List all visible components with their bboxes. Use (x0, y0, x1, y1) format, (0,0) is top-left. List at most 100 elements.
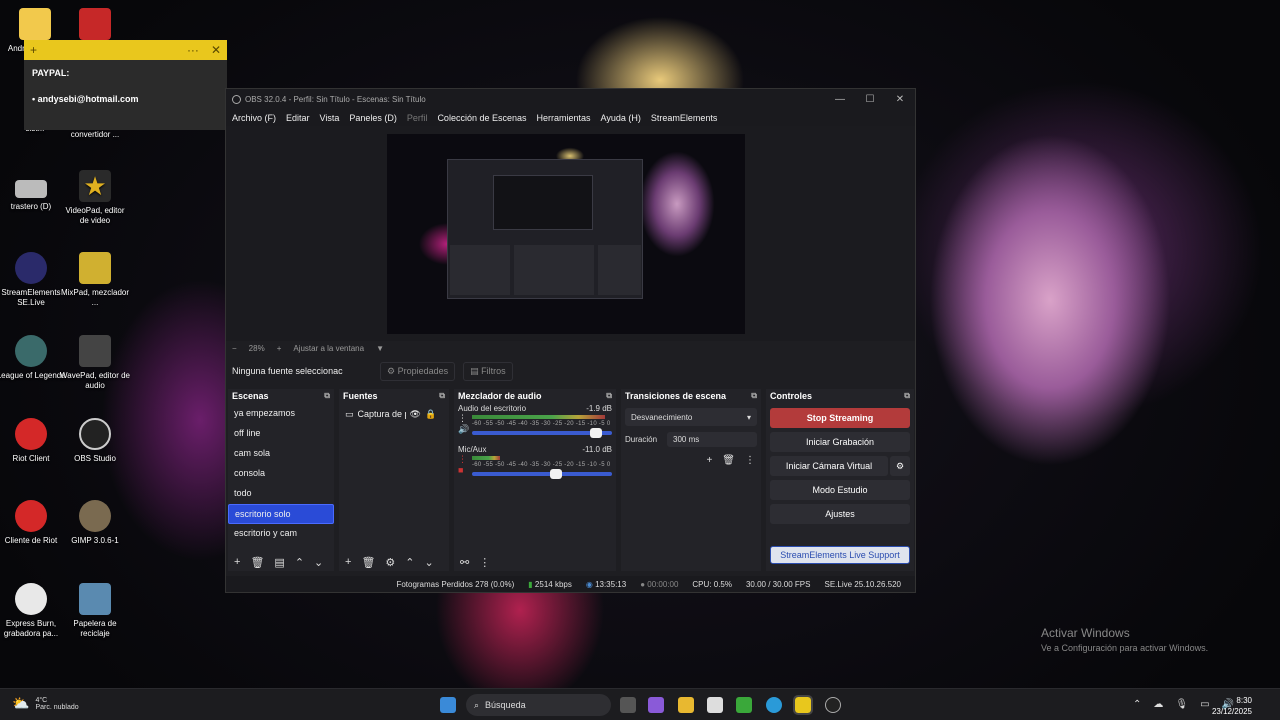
desktop-icon-mixpad[interactable]: MixPad, mezclador ... (60, 252, 130, 308)
popout-icon[interactable]: ⧉ (606, 391, 612, 401)
virtual-camera-button[interactable]: Iniciar Cámara Virtual (770, 456, 888, 476)
menu-paneles[interactable]: Paneles (D) (349, 113, 397, 123)
network-icon[interactable]: ▭ (1200, 699, 1209, 710)
delete-scene-icon[interactable]: 🗑 (250, 556, 264, 569)
more-icon[interactable]: ⋮ (745, 455, 755, 466)
menu-ayuda[interactable]: Ayuda (H) (601, 113, 641, 123)
scene-item[interactable]: todo (228, 484, 334, 504)
chevron-down-icon[interactable]: ▼ (376, 344, 384, 353)
desktop-icon-obs[interactable]: OBS Studio (60, 418, 130, 464)
sticky-note[interactable]: + ··· ✕ PAYPAL: • andysebi@hotmail.com (24, 40, 227, 130)
desktop-icon-recycle[interactable]: Papelera de reciclaje (60, 583, 130, 639)
menu-streamelements[interactable]: StreamElements (651, 113, 718, 123)
task-view-icon[interactable] (620, 697, 636, 713)
delete-transition-icon[interactable]: 🗑 (722, 455, 735, 466)
windows-start-icon[interactable] (440, 697, 456, 713)
scene-item[interactable]: escritorio y cam (228, 524, 334, 544)
zoom-in-button[interactable]: + (277, 344, 282, 353)
scene-filter-icon[interactable]: ▤ (274, 556, 284, 569)
menu-herramientas[interactable]: Herramientas (537, 113, 591, 123)
more-icon[interactable]: ⋮ (479, 556, 490, 569)
desktop-icon-streamelements[interactable]: StreamElements SE.Live (0, 252, 66, 308)
store-icon[interactable] (707, 697, 723, 713)
obs-taskbar-icon[interactable] (825, 697, 841, 713)
add-transition-icon[interactable]: + (706, 455, 712, 466)
desktop-icon-gimp[interactable]: GIMP 3.0.6-1 (60, 500, 130, 546)
sources-header: Fuentes ⧉ (339, 389, 449, 404)
popout-icon[interactable]: ⧉ (324, 391, 330, 401)
more-icon[interactable]: ··· (187, 43, 199, 57)
desktop-icon-riot[interactable]: Riot Client (0, 418, 66, 464)
menu-coleccion[interactable]: Colección de Escenas (437, 113, 526, 123)
menu-editar[interactable]: Editar (286, 113, 310, 123)
desktop-icon-expressburn[interactable]: Express Burn, grabadora pa... (0, 583, 66, 639)
zoom-out-button[interactable]: − (232, 344, 237, 353)
gear-icon[interactable]: ⚙ (385, 556, 395, 569)
move-up-icon[interactable]: ⌃ (405, 556, 414, 569)
minimize-button[interactable]: — (825, 94, 855, 105)
preview-area[interactable] (226, 126, 915, 341)
scene-item[interactable]: cam sola (228, 444, 334, 464)
link-icon[interactable]: ⚯ (460, 556, 469, 569)
menu-perfil[interactable]: Perfil (407, 113, 428, 123)
close-icon[interactable]: ✕ (211, 43, 221, 57)
mute-icon[interactable]: ⋮ ■ (458, 454, 468, 475)
live-support-button[interactable]: StreamElements Live Support (770, 546, 910, 564)
duration-input[interactable]: 300 ms (667, 432, 757, 447)
microphone-icon[interactable]: 🎙 (1175, 699, 1188, 710)
scene-item[interactable]: ya empezamos (228, 404, 334, 424)
menu-vista[interactable]: Vista (320, 113, 340, 123)
slider-handle[interactable] (589, 428, 602, 438)
copilot-icon[interactable] (648, 697, 664, 713)
move-down-icon[interactable]: ⌄ (314, 556, 323, 569)
sticky-notes-icon[interactable] (793, 695, 813, 715)
eye-icon[interactable]: 👁 (410, 409, 421, 420)
filters-button[interactable]: ▤ Filtros (463, 361, 513, 381)
desktop-icon-league[interactable]: League of Legends (0, 335, 66, 381)
clock[interactable]: 8:30 23/12/2025 (1212, 695, 1252, 717)
properties-button[interactable]: ⚙ Propiedades (380, 361, 456, 381)
weather-widget[interactable]: ⛅ 4°C Parc. nublado (12, 695, 79, 712)
popout-icon[interactable]: ⧉ (439, 391, 445, 401)
start-recording-button[interactable]: Iniciar Grabación (770, 432, 910, 452)
slider-handle[interactable] (550, 469, 563, 479)
close-button[interactable]: ✕ (885, 94, 915, 105)
menu-archivo[interactable]: Archivo (F) (232, 113, 276, 123)
volume-slider[interactable] (472, 469, 612, 479)
desktop-icon-trastero[interactable]: trastero (D) (0, 172, 66, 212)
app-icon[interactable] (736, 697, 752, 713)
maximize-button[interactable]: ☐ (855, 94, 885, 105)
zoom-fit-select[interactable]: Ajustar a la ventana (293, 344, 364, 353)
popout-icon[interactable]: ⧉ (751, 391, 757, 401)
source-item[interactable]: ▭ Captura de p 👁 🔒 (339, 404, 449, 424)
desktop-icon-cliente-riot[interactable]: Cliente de Riot (0, 500, 66, 546)
gear-icon[interactable]: ⚙ (890, 456, 910, 476)
scene-item[interactable]: off line (228, 424, 334, 444)
scene-item[interactable]: escritorio solo (228, 504, 334, 524)
transition-select[interactable]: Desvanecimiento ▾ (625, 408, 757, 426)
edge-icon[interactable] (766, 697, 782, 713)
file-explorer-icon[interactable] (678, 697, 694, 713)
desktop-icon-videopad[interactable]: ★ VideoPad, editor de video (60, 170, 130, 226)
desktop-icon-app[interactable] (60, 8, 130, 44)
channel-menu-icon[interactable]: ⋮ 🔊 (458, 413, 469, 435)
add-source-icon[interactable]: + (345, 556, 351, 568)
scene-item[interactable]: consola (228, 464, 334, 484)
move-down-icon[interactable]: ⌄ (425, 556, 434, 569)
cloud-icon[interactable]: ☁ (1153, 699, 1163, 710)
search-box[interactable]: ⌕ Búsqueda (466, 694, 611, 716)
add-note-icon[interactable]: + (30, 43, 37, 57)
delete-source-icon[interactable]: 🗑 (361, 556, 375, 569)
chevron-up-icon[interactable]: ⌃ (1133, 699, 1141, 710)
studio-mode-button[interactable]: Modo Estudio (770, 480, 910, 500)
volume-slider[interactable] (472, 428, 612, 438)
sticky-text[interactable]: PAYPAL: • andysebi@hotmail.com (24, 60, 227, 128)
stop-streaming-button[interactable]: Stop Streaming (770, 408, 910, 428)
add-scene-icon[interactable]: + (234, 556, 240, 568)
desktop-icon-wavepad[interactable]: WavePad, editor de audio (60, 335, 130, 391)
settings-button[interactable]: Ajustes (770, 504, 910, 524)
lock-icon[interactable]: 🔒 (425, 409, 436, 420)
popout-icon[interactable]: ⧉ (904, 391, 910, 401)
obs-titlebar[interactable]: OBS 32.0.4 - Perfil: Sin Título - Escena… (226, 89, 915, 109)
move-up-icon[interactable]: ⌃ (295, 556, 304, 569)
